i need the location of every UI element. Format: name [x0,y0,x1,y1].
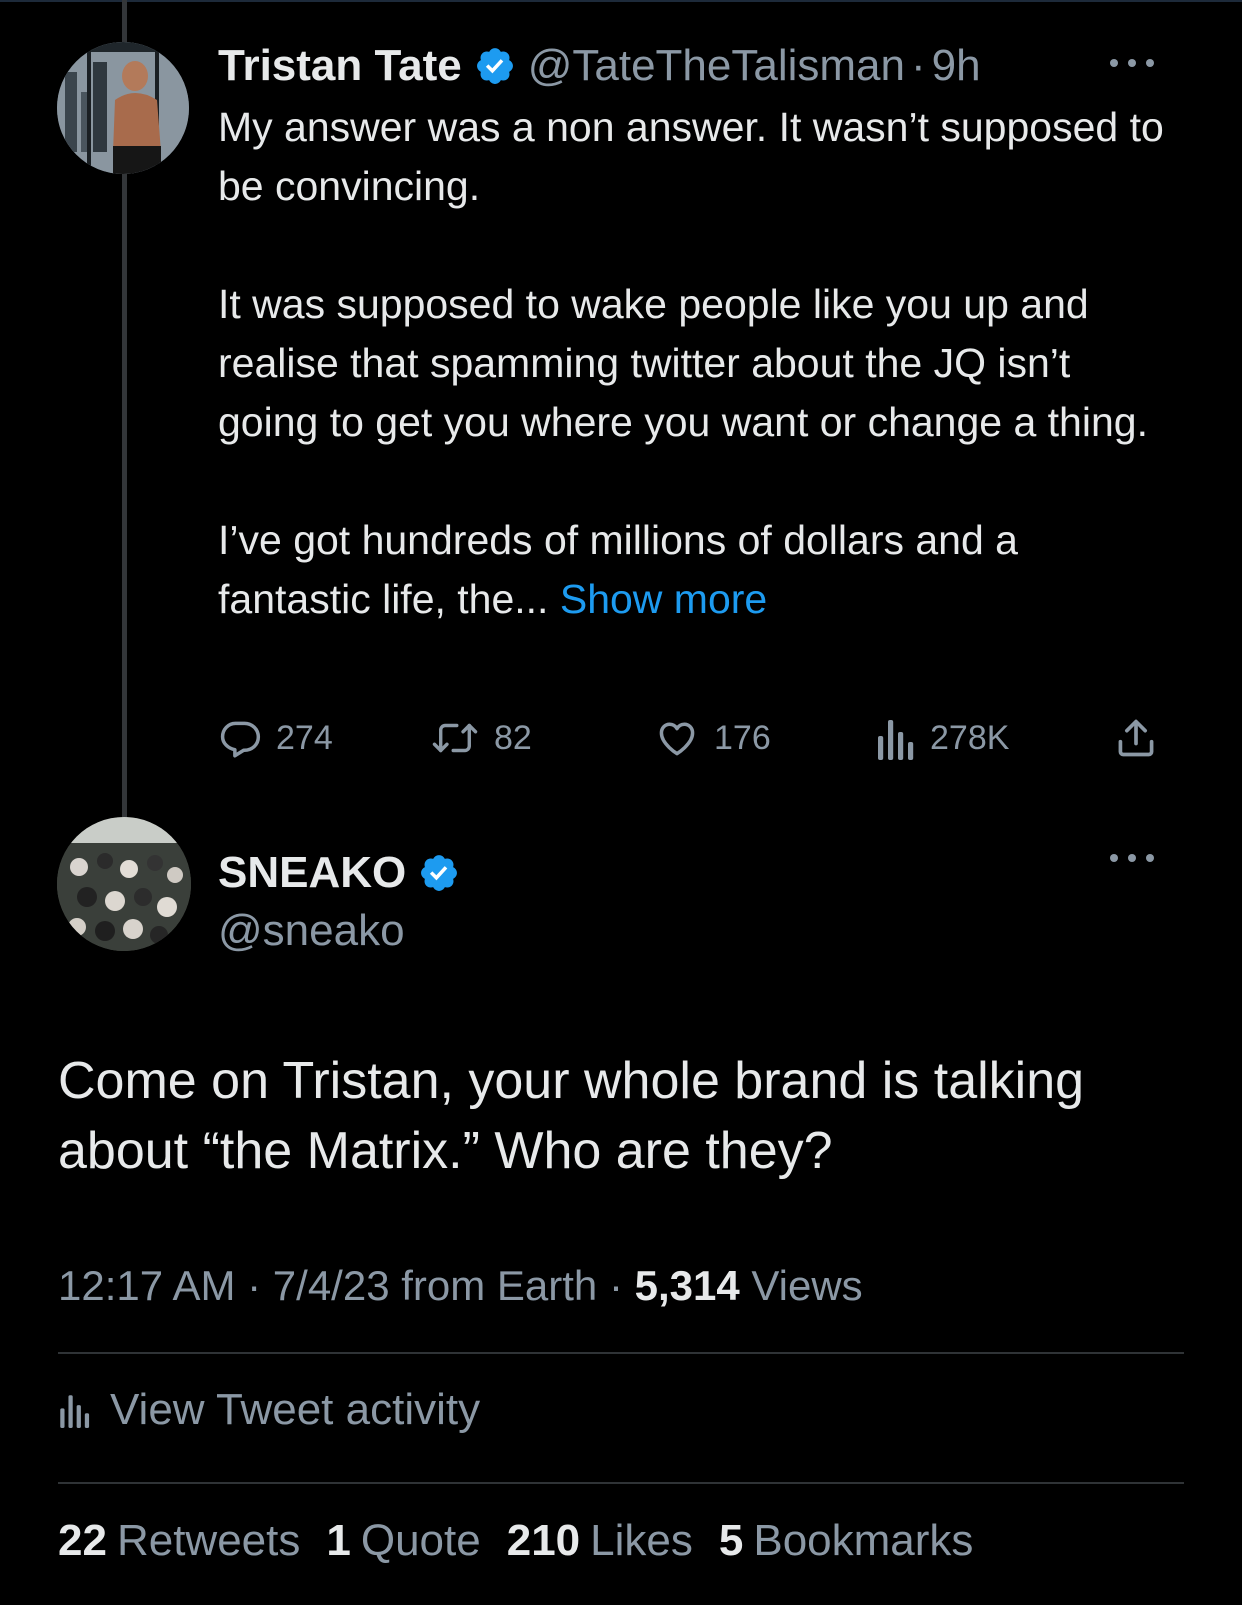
tweet-date-source: 7/4/23 from Earth [272,1262,598,1309]
stat-label: Likes [590,1516,693,1565]
stat-count: 22 [58,1516,107,1565]
like-button[interactable]: 176 [654,712,771,764]
view-tweet-activity-label: View Tweet activity [110,1385,481,1434]
avatar-sneako[interactable] [57,817,191,951]
engagement-stats: 22 Retweets 1 Quote 210 Likes 5 Bookmarks [58,1516,999,1566]
author-name[interactable]: SNEAKO [218,848,406,898]
bookmarks-stat[interactable]: 5 Bookmarks [719,1516,974,1566]
tweet-paragraph: It was supposed to wake people like you … [218,281,1148,445]
views-button[interactable]: 278K [876,712,1009,764]
tweet-metadata: 12:17 AM · 7/4/23 from Earth · 5,314 Vie… [58,1262,863,1310]
separator-dot: · [235,1262,273,1309]
divider [58,1352,1184,1354]
author-name[interactable]: Tristan Tate [218,41,462,91]
main-tweet-text: Come on Tristan, your whole brand is tal… [58,1052,1085,1180]
author-handle[interactable]: @TateTheTalisman [528,41,905,91]
likes-stat[interactable]: 210 Likes [507,1516,693,1566]
parent-tweet-header: Tristan Tate @TateTheTalisman · 9h [218,38,981,94]
verified-badge-icon [474,45,516,87]
analytics-icon [60,1395,90,1428]
views-count: 278K [930,718,1010,757]
more-options-icon[interactable] [1110,56,1154,70]
tweet-action-bar: 274 82 176 278K [218,712,1178,764]
parent-tweet-text: My answer was a non answer. It wasn’t su… [218,98,1178,629]
avatar-tristan-tate[interactable] [57,42,189,174]
share-icon [1118,719,1154,757]
stat-label: Retweets [116,1516,301,1565]
verified-badge-icon [418,852,460,894]
tweet-paragraph-last: I’ve got hundreds of millions of dollars… [218,511,1178,629]
tweet-timestamp[interactable]: 12:17 AM [58,1262,235,1309]
divider [58,1482,1184,1484]
retweet-count: 82 [494,718,532,757]
heart-icon [659,722,695,756]
main-tweet-header: SNEAKO [218,848,460,898]
stat-label: Quote [360,1516,481,1565]
reply-icon [220,721,261,758]
separator-dot: · [910,41,926,90]
retweet-button[interactable]: 82 [430,712,532,764]
stat-label: Bookmarks [753,1516,974,1565]
views-label: Views [751,1262,863,1309]
share-button[interactable] [1114,712,1172,764]
top-border [0,0,1242,2]
stat-count: 210 [506,1516,581,1565]
views-count: 5,314 [634,1262,740,1309]
stat-count: 5 [718,1516,744,1565]
retweets-stat[interactable]: 22 Retweets [58,1516,300,1566]
reply-button[interactable]: 274 [218,712,333,764]
separator-dot: · [597,1262,635,1309]
tweet-paragraph: My answer was a non answer. It wasn’t su… [218,104,1164,209]
quotes-stat[interactable]: 1 Quote [326,1516,480,1566]
like-count: 176 [714,718,771,757]
tweet-time[interactable]: 9h [932,41,981,91]
more-options-icon[interactable] [1110,851,1154,865]
stat-count: 1 [326,1516,351,1565]
reply-count: 274 [276,718,333,757]
show-more-link[interactable]: Show more [560,576,767,622]
view-tweet-activity-link[interactable]: View Tweet activity [58,1385,480,1435]
retweet-icon [432,723,478,753]
analytics-icon [878,720,914,760]
author-handle[interactable]: @sneako [218,906,405,956]
